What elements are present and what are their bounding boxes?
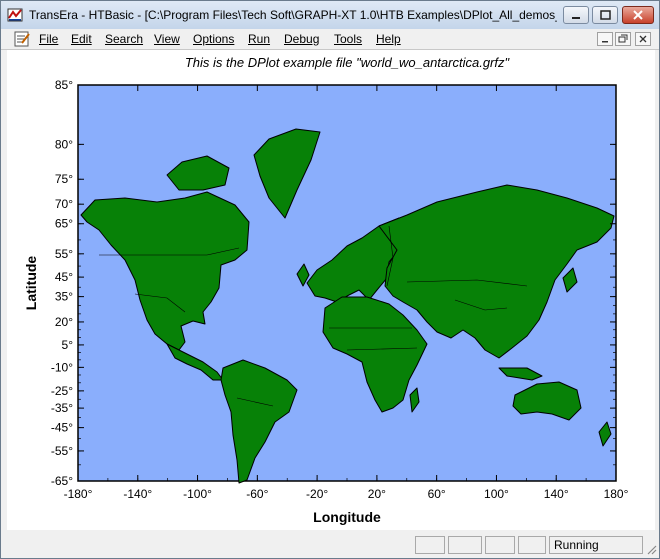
close-icon [639,35,647,43]
status-panel-2 [448,536,482,554]
close-icon [633,10,643,20]
y-tick-label: -55° [51,444,73,458]
htbasic-window: TransEra - HTBasic - [C:\Program Files\T… [0,0,660,559]
minimize-button[interactable] [563,6,589,24]
world-map-chart: This is the DPlot example file "world_wo… [23,55,629,525]
menu-options[interactable]: Options [193,32,234,46]
chart-title: This is the DPlot example file "world_wo… [185,55,511,70]
y-tick-label: 5° [62,338,74,352]
restore-icon [618,34,628,43]
menu-run[interactable]: Run [248,32,270,46]
minimize-icon [602,41,608,43]
x-tick-label: 140° [544,487,569,501]
child-close-button[interactable] [635,32,651,46]
minimize-icon [572,17,580,19]
status-panel-1 [415,536,445,554]
y-tick-label: 85° [55,78,73,92]
y-tick-label: -35° [51,401,73,415]
x-tick-label: 100° [484,487,509,501]
y-tick-label: 65° [55,217,73,231]
menu-search[interactable]: Search [105,32,143,46]
y-tick-label: -10° [51,360,73,374]
status-panel-4 [518,536,546,554]
document-icon[interactable] [13,30,31,48]
y-tick-label: 80° [55,137,73,151]
x-tick-label: -20° [306,487,328,501]
y-tick-label: -45° [51,421,73,435]
title-bar[interactable]: TransEra - HTBasic - [C:\Program Files\T… [1,1,659,29]
transera-app-icon[interactable] [7,7,23,23]
y-tick-label: 35° [55,290,73,304]
y-axis-label: Latitude [23,256,39,311]
x-tick-label: 20° [368,487,386,501]
y-tick-label: -65° [51,474,73,488]
menu-help[interactable]: Help [376,32,401,46]
restore-button[interactable] [592,6,618,24]
menu-file[interactable]: File [39,32,58,46]
y-tick-label: -25° [51,384,73,398]
y-tick-label: 45° [55,270,73,284]
menu-debug[interactable]: Debug [284,32,319,46]
child-minimize-button[interactable] [597,32,613,46]
close-button[interactable] [622,6,654,24]
menu-bar: File Edit Search View Options Run Debug … [1,29,659,50]
y-tick-label: 20° [55,315,73,329]
y-tick-label: 70° [55,197,73,211]
plot-client-area: This is the DPlot example file "world_wo… [7,50,655,530]
x-axis-label: Longitude [313,509,381,525]
status-text: Running [554,538,599,552]
y-tick-label: 75° [55,172,73,186]
x-tick-label: -60° [246,487,268,501]
status-panel-3 [485,536,515,554]
y-tick-label: 55° [55,247,73,261]
window-title: TransEra - HTBasic - [C:\Program Files\T… [29,8,557,22]
restore-icon [600,10,611,20]
child-restore-button[interactable] [615,32,631,46]
x-tick-label: 180° [604,487,629,501]
menu-tools[interactable]: Tools [334,32,362,46]
x-tick-label: 60° [428,487,446,501]
status-bar: Running [1,533,659,558]
x-tick-label: -180° [64,487,93,501]
x-tick-label: -100° [183,487,212,501]
resize-grip-icon[interactable] [645,543,657,555]
menu-view[interactable]: View [154,32,180,46]
menu-edit[interactable]: Edit [71,32,92,46]
status-panel-run: Running [549,536,643,554]
x-tick-label: -140° [123,487,152,501]
